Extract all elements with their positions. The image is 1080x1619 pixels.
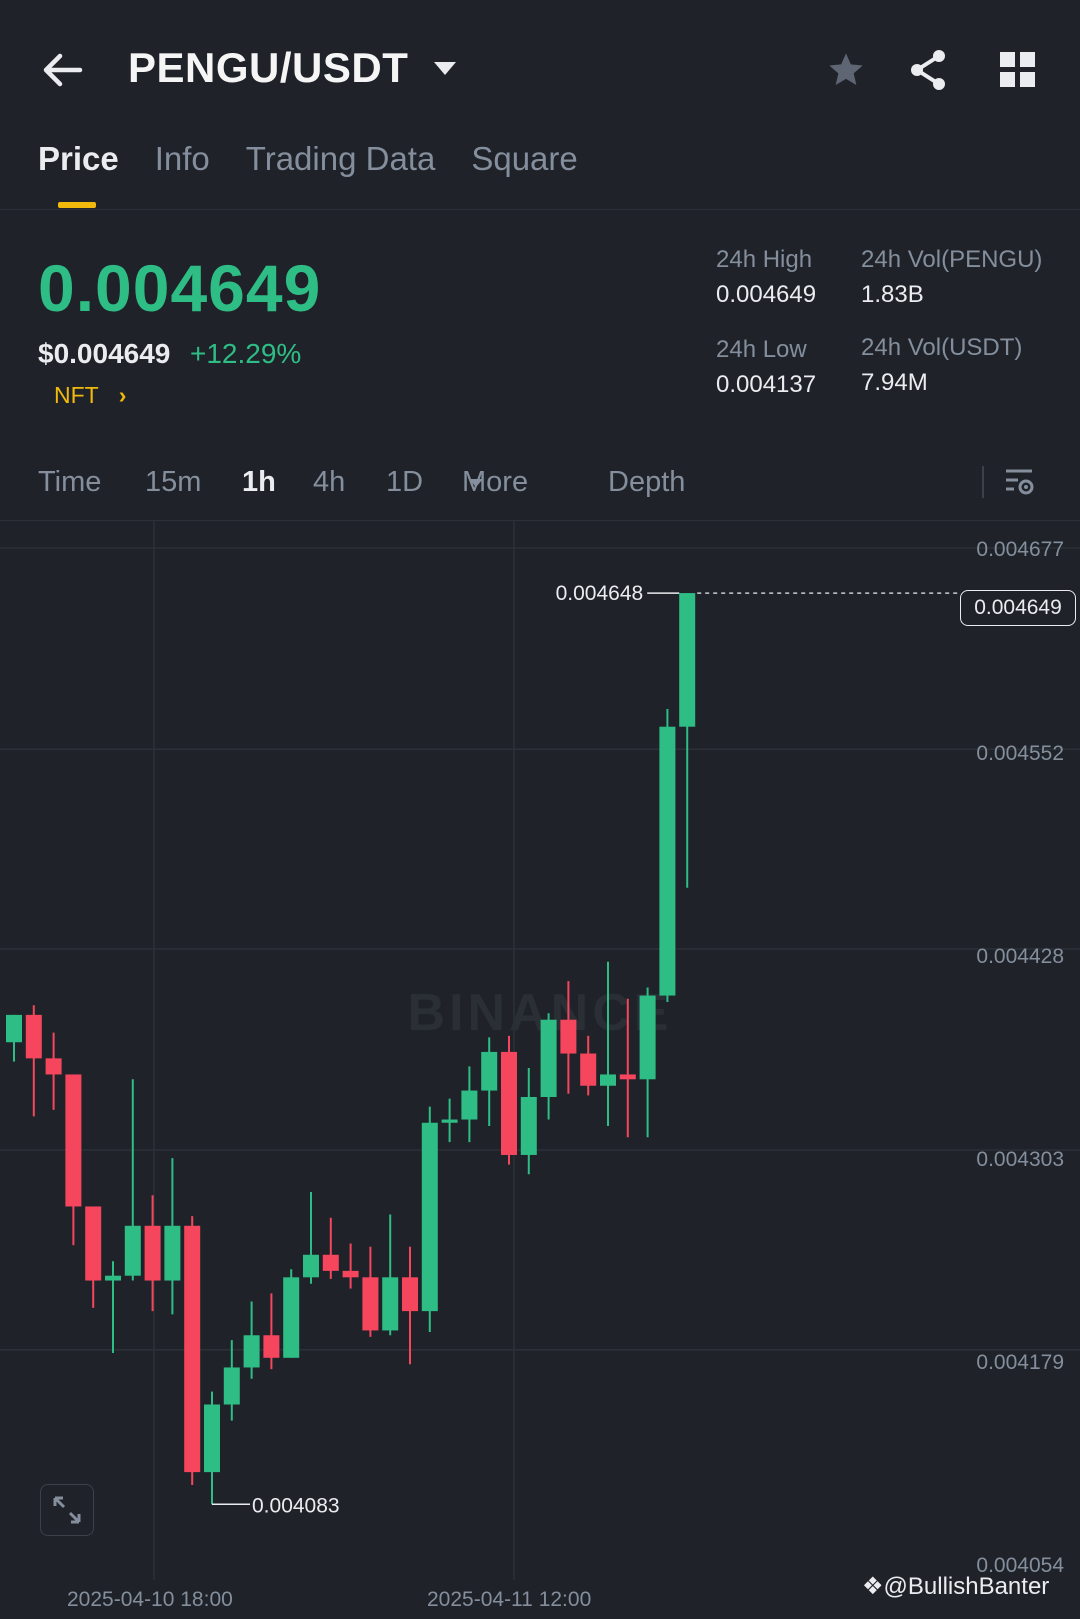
interval-depth[interactable]: Depth	[608, 466, 685, 499]
price-change-percent: +12.29%	[190, 338, 302, 369]
candle-body	[283, 1277, 300, 1358]
interval-4h[interactable]: 4h	[313, 466, 345, 499]
active-tab-indicator	[58, 202, 96, 208]
candle-body	[520, 1096, 537, 1155]
candle-body	[560, 1019, 577, 1054]
candle-body	[441, 1119, 458, 1123]
candle-body	[362, 1277, 379, 1331]
candle-body	[619, 1074, 636, 1080]
last-price: 0.004649	[38, 251, 322, 325]
candle-body	[303, 1254, 319, 1278]
high-value: 0.004649	[716, 281, 817, 308]
candle-body	[263, 1335, 280, 1358]
candle-body	[481, 1051, 498, 1091]
interval-1d[interactable]: 1D	[386, 466, 423, 499]
y-tick-label: 0.004303	[976, 1148, 1064, 1171]
candle-body	[342, 1270, 359, 1278]
tab-square[interactable]: Square	[471, 140, 577, 178]
candle-body	[659, 726, 676, 996]
more-label: More	[462, 466, 529, 498]
back-arrow-icon[interactable]	[40, 50, 84, 90]
favorite-star-icon[interactable]	[826, 50, 866, 95]
candle-body	[421, 1122, 438, 1312]
interval-bar: Time 15m 1h 4h 1D More Depth	[38, 466, 1078, 506]
candle-body	[501, 1051, 517, 1155]
candle-body	[540, 1019, 557, 1097]
candle-body	[639, 995, 656, 1080]
candle-body	[105, 1275, 121, 1281]
candle-body	[204, 1404, 220, 1473]
candlestick-chart[interactable]: BINANCE 0.004648 0.004083 0.004677 0.0045…	[0, 520, 1080, 1614]
grid-menu-icon[interactable]	[1000, 52, 1036, 93]
high-marker-label: 0.004648	[556, 582, 644, 605]
credit-text: @BullishBanter	[883, 1573, 1050, 1600]
vol-base-label: 24h Vol(PENGU)	[861, 246, 1043, 273]
credit-badge: ❖@BullishBanter	[862, 1572, 1049, 1601]
last-price-tag: 0.004649	[960, 590, 1076, 626]
fullscreen-button[interactable]	[40, 1484, 94, 1536]
candle-body	[679, 593, 696, 727]
low-label: 24h Low	[716, 336, 807, 363]
candle-body	[45, 1058, 62, 1075]
pair-dropdown-icon[interactable]	[432, 60, 458, 83]
candle-body	[184, 1225, 201, 1473]
candle-body	[85, 1206, 102, 1281]
candle-body	[144, 1225, 161, 1281]
tab-price[interactable]: Price	[38, 140, 119, 178]
candle-body	[243, 1335, 260, 1368]
candle-body	[322, 1254, 339, 1271]
candle-body	[600, 1074, 616, 1086]
nft-tag[interactable]: NFT ›	[54, 382, 126, 409]
candle-body	[382, 1277, 399, 1331]
chevron-right-icon: ›	[118, 382, 127, 408]
vol-quote-value: 7.94M	[861, 369, 928, 396]
candle-body	[402, 1277, 418, 1312]
x-tick-label: 2025-04-10 18:00	[67, 1588, 233, 1611]
nft-tag-label: NFT	[54, 382, 99, 408]
low-value: 0.004137	[716, 371, 817, 398]
interval-more[interactable]: More	[462, 466, 528, 499]
pair-title[interactable]: PENGU/USDT	[128, 44, 408, 92]
candle-body	[164, 1225, 181, 1281]
candle-body	[461, 1090, 478, 1120]
candle-body	[25, 1014, 42, 1059]
vol-base-value: 1.83B	[861, 281, 924, 308]
candle-body	[223, 1367, 240, 1405]
binance-logo-icon: ❖	[862, 1573, 884, 1600]
y-tick-label: 0.004179	[976, 1351, 1064, 1374]
last-price-tag-value: 0.004649	[974, 596, 1062, 619]
tab-divider	[0, 209, 1080, 210]
chart-canvas: BINANCE 0.004648 0.004083	[0, 520, 1080, 1580]
tab-trading-data[interactable]: Trading Data	[246, 140, 436, 178]
y-tick-label: 0.004677	[976, 538, 1064, 561]
x-tick-label: 2025-04-11 12:00	[427, 1588, 592, 1611]
tab-info[interactable]: Info	[155, 140, 210, 178]
usd-price: $0.004649	[38, 338, 171, 369]
high-label: 24h High	[716, 246, 813, 273]
candle-body	[124, 1225, 141, 1276]
interval-15m[interactable]: 15m	[145, 466, 201, 499]
low-marker-label: 0.004083	[252, 1494, 340, 1517]
interval-separator	[982, 466, 984, 498]
interval-1h[interactable]: 1h	[242, 466, 276, 499]
tab-bar: Price Info Trading Data Square	[38, 140, 578, 178]
vol-quote-label: 24h Vol(USDT)	[861, 334, 1023, 361]
y-tick-label: 0.004552	[976, 742, 1064, 765]
candle-body	[6, 1014, 22, 1043]
watermark-text: BINANCE	[408, 984, 673, 1042]
candle-body	[65, 1074, 82, 1207]
candle-body	[580, 1053, 597, 1086]
chart-settings-icon[interactable]	[1004, 466, 1036, 503]
interval-time[interactable]: Time	[38, 466, 101, 499]
y-tick-label: 0.004428	[976, 945, 1064, 968]
expand-icon	[53, 1496, 81, 1524]
share-icon[interactable]	[908, 48, 948, 97]
